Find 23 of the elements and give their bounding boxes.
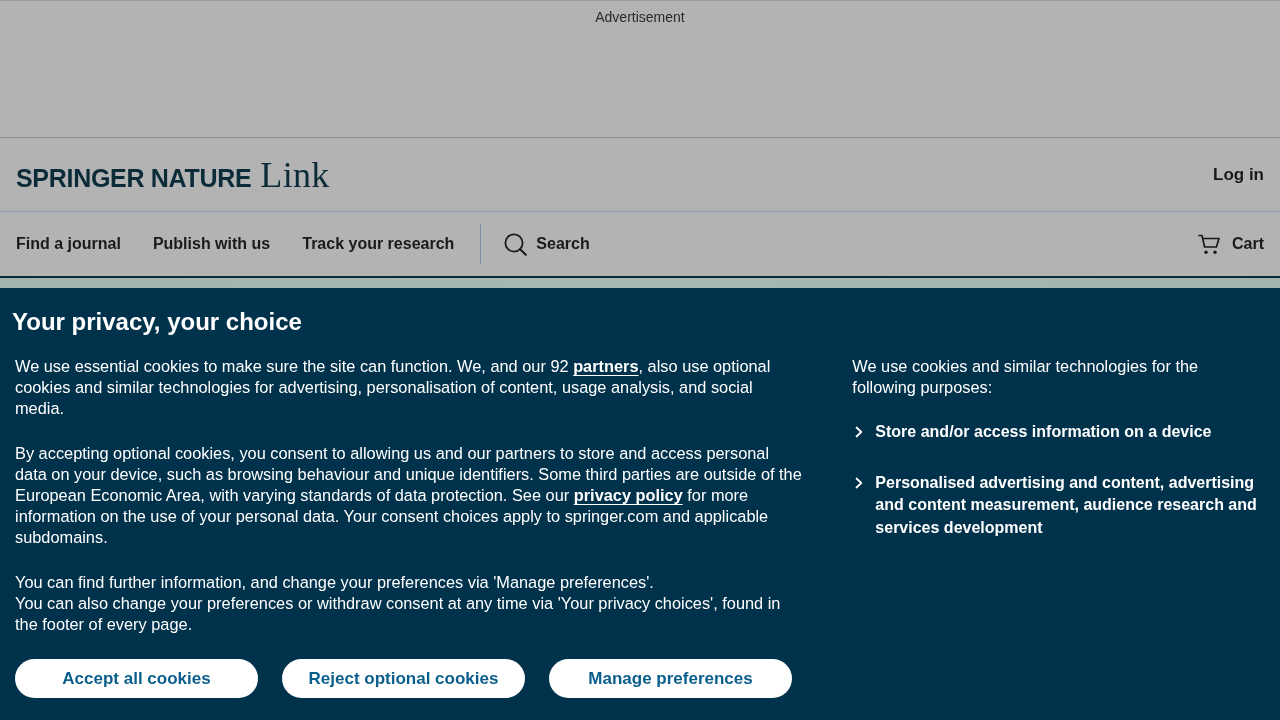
search-icon	[504, 232, 528, 256]
nav-link[interactable]: Find a journal	[16, 232, 121, 256]
consent-button[interactable]: Reject optional cookies	[282, 659, 525, 698]
nav-link[interactable]: Track your research	[302, 232, 455, 256]
inline-link[interactable]: partners	[573, 357, 639, 375]
consent-text: By accepting optional cookies, you consent to allowing us and our partners to store and access personal data on your device, such as browsing behaviour and unique identifiers. Some third parties are outside of the European Economic Area, with varying standards of data protection. See our privacy policy for more information on the use of your personal data. Your consent choices apply to springer.com and applicable subdomains.	[15, 443, 803, 548]
cart-icon	[1198, 233, 1220, 255]
search-button[interactable]: Search	[504, 232, 590, 256]
consent-button[interactable]: Accept all cookies	[15, 659, 258, 698]
login-link[interactable]: Log in	[1213, 161, 1264, 188]
cart-link[interactable]: Cart	[1198, 232, 1264, 256]
purpose-toggle[interactable]: Store and/or access information on a device	[852, 420, 1268, 445]
consent-title: Your privacy, your choice	[12, 308, 303, 336]
purposes-intro: We use cookies and similar technologies for the following purposes:	[852, 356, 1200, 398]
nav-link[interactable]: Publish with us	[152, 232, 271, 256]
purpose-toggle[interactable]: Personalised advertising and content, advertising and content measurement, audience research and services development	[852, 470, 1268, 540]
inline-link[interactable]: privacy policy	[573, 486, 683, 504]
consent-text: You can find further information, and change your preferences via 'Manage preferences'.	[15, 572, 655, 593]
consent-text: You can also change your preferences or withdraw consent at any time via 'Your privacy choices', found in the footer of every page.	[15, 593, 782, 635]
consent-text: We use essential cookies to make sure the site can function. We, and our 92 partners, also use optional cookies and similar technologies for advertising, personalisation of content, usage analysis, and social media.	[15, 356, 772, 419]
site-logo[interactable]: SPRINGER NATURE Link	[16, 147, 330, 202]
consent-button[interactable]: Manage preferences	[549, 659, 792, 698]
advertisement-label: Advertisement	[595, 9, 685, 26]
